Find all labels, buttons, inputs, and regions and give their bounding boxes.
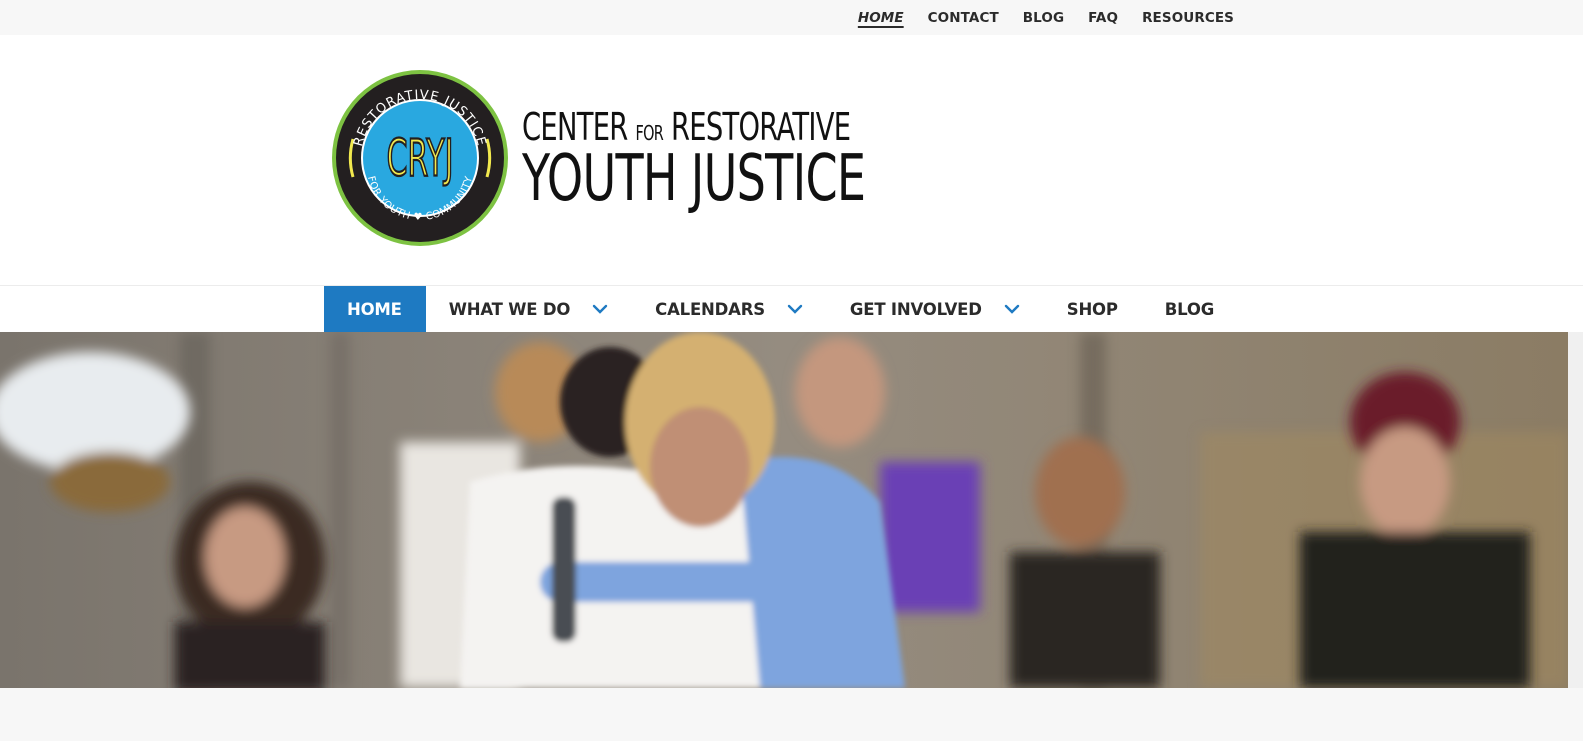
main-nav-home[interactable]: HOME xyxy=(324,286,426,332)
chevron-down-icon[interactable] xyxy=(592,301,608,317)
top-nav: HOME CONTACT BLOG FAQ RESOURCES xyxy=(858,0,1234,35)
logo-wordmark[interactable]: CENTER FOR RESTORATIVE YOUTH JUSTICE xyxy=(522,105,999,211)
main-nav-shop-label: SHOP xyxy=(1066,299,1118,319)
main-nav-get-involved[interactable]: GET INVOLVED xyxy=(827,286,1044,332)
wordmark-line2: YOUTH JUSTICE xyxy=(522,142,866,216)
main-nav-blog[interactable]: BLOG xyxy=(1142,286,1238,332)
top-nav-contact[interactable]: CONTACT xyxy=(928,10,999,26)
main-nav-calendars[interactable]: CALENDARS xyxy=(632,286,827,332)
top-nav-resources[interactable]: RESOURCES xyxy=(1142,10,1234,26)
main-nav-what-we-do[interactable]: WHAT WE DO xyxy=(426,286,632,332)
main-nav: HOME WHAT WE DO CALENDARS GET INVOLVED S… xyxy=(324,286,1238,332)
chevron-down-icon[interactable] xyxy=(787,301,803,317)
main-nav-get-involved-label: GET INVOLVED xyxy=(849,299,982,319)
chevron-down-icon[interactable] xyxy=(1004,301,1020,317)
main-nav-shop[interactable]: SHOP xyxy=(1044,286,1142,332)
main-nav-bar: HOME WHAT WE DO CALENDARS GET INVOLVED S… xyxy=(0,285,1583,332)
hero-image xyxy=(0,332,1568,688)
logo-badge-center-text: CRYJ xyxy=(387,128,454,188)
page-scrollbar[interactable] xyxy=(1568,332,1583,688)
main-nav-calendars-label: CALENDARS xyxy=(655,299,765,319)
top-nav-faq[interactable]: FAQ xyxy=(1088,10,1118,26)
hero-photo xyxy=(0,332,1568,688)
logo-badge[interactable]: RESTORATIVE JUSTICE CRYJ FOR YOUTH ♥ COM… xyxy=(331,69,509,247)
main-nav-what-we-do-label: WHAT WE DO xyxy=(448,299,571,319)
top-nav-blog[interactable]: BLOG xyxy=(1023,10,1064,26)
top-nav-home[interactable]: HOME xyxy=(858,10,904,26)
site-header: RESTORATIVE JUSTICE CRYJ FOR YOUTH ♥ COM… xyxy=(0,35,1583,285)
main-nav-blog-label: BLOG xyxy=(1164,299,1215,319)
top-utility-bar: HOME CONTACT BLOG FAQ RESOURCES xyxy=(0,0,1583,35)
content-area xyxy=(0,688,1583,741)
main-nav-home-label: HOME xyxy=(347,299,402,319)
